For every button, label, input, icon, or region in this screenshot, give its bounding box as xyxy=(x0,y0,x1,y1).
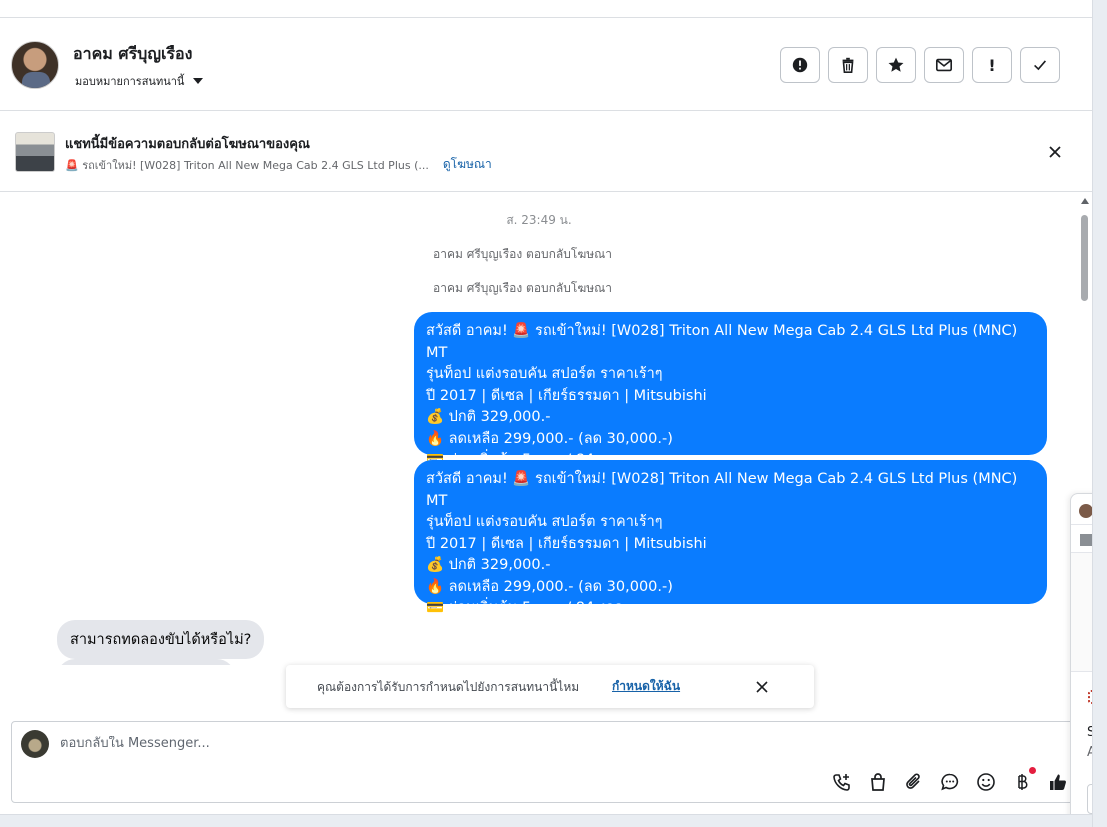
incoming-message[interactable] xyxy=(57,659,235,665)
phone-plus-icon xyxy=(833,774,850,791)
notification-dot xyxy=(1029,767,1036,774)
ad-text: 🚨 รถเข้าใหม่! [W028] Triton All New Mega… xyxy=(65,158,429,172)
ad-thumbnail[interactable] xyxy=(15,132,55,172)
right-edge-gutter xyxy=(1092,0,1107,827)
message-line: 💳 ผ่อนเริ่มต้น 5,xxx / 84 งวด xyxy=(426,600,624,616)
bottom-edge-gutter xyxy=(0,814,1092,827)
important-button[interactable]: ! xyxy=(972,47,1012,83)
assign-toast: คุณต้องการได้รับการกำหนดไปยังการสนทนานี้… xyxy=(286,665,814,708)
attach-button[interactable] xyxy=(902,770,926,794)
reply-input[interactable] xyxy=(60,736,960,751)
message-line: ปี 2017 | ดีเซล | เกียร์ธรรมดา | Mitsubi… xyxy=(426,387,707,404)
close-icon[interactable] xyxy=(754,679,770,695)
like-button[interactable] xyxy=(1046,770,1070,794)
header-actions: ! xyxy=(780,47,1060,83)
message-line: 🔥 ลดเหลือ 299,000.- (ลด 30,000.-) xyxy=(426,430,673,447)
ad-reply-banner: แชทนี้มีข้อความตอบกลับต่อโฆษณาของคุณ 🚨 ร… xyxy=(0,112,1092,192)
baht-icon xyxy=(1018,774,1028,790)
message-line: สวัสดี อาคม! 🚨 รถเข้าใหม่! [W028] Triton… xyxy=(426,323,1018,361)
thumbs-up-icon xyxy=(1050,774,1066,790)
scrollbar-thumb[interactable] xyxy=(1081,215,1088,301)
emoji-button[interactable] xyxy=(974,770,998,794)
chat-bubble-icon xyxy=(941,773,959,791)
assign-label: มอบหมายการสนทนานี้ xyxy=(75,75,185,88)
message-line: 💰 ปกติ 329,000.- xyxy=(426,557,551,573)
message-line: ปี 2017 | ดีเซล | เกียร์ธรรมดา | Mitsubi… xyxy=(426,535,707,552)
system-message: อาคม ศรีบุญเรือง ตอบกลับโฆษณา xyxy=(433,281,613,295)
call-button[interactable] xyxy=(830,770,854,794)
trash-icon xyxy=(842,57,854,74)
reply-composer xyxy=(11,721,1077,803)
contact-avatar[interactable] xyxy=(11,41,59,89)
payment-button[interactable] xyxy=(1010,767,1036,794)
composer-toolbar xyxy=(830,767,1070,794)
avatar xyxy=(1079,504,1093,518)
alert-circle-icon xyxy=(792,57,808,73)
close-icon[interactable] xyxy=(1046,143,1064,161)
mark-unread-button[interactable] xyxy=(924,47,964,83)
message-line: รุ่นท็อป แต่งรอบคัน สปอร์ต ราคาเร้าๆ xyxy=(426,514,663,530)
paperclip-icon xyxy=(906,773,920,789)
message-thread: ส. 23:49 น. อาคม ศรีบุญเรือง ตอบกลับโฆษณ… xyxy=(0,193,1078,665)
incoming-message[interactable]: สามารถทดลองขับได้หรือไม่? xyxy=(57,620,265,659)
delete-button[interactable] xyxy=(828,47,868,83)
shopping-bag-icon xyxy=(871,773,885,791)
ad-banner-subtitle: 🚨 รถเข้าใหม่! [W028] Triton All New Mega… xyxy=(65,155,492,174)
shop-button[interactable] xyxy=(866,770,890,794)
inbox-conversation-view: อาคม ศรีบุญเรือง มอบหมายการสนทนานี้ ! แช… xyxy=(0,0,1107,827)
message-line: รุ่นท็อป แต่งรอบคัน สปอร์ต ราคาเร้าๆ xyxy=(426,366,663,382)
star-icon xyxy=(888,57,904,72)
assign-conversation-dropdown[interactable]: มอบหมายการสนทนานี้ xyxy=(75,72,204,90)
ad-banner-title: แชทนี้มีข้อความตอบกลับต่อโฆษณาของคุณ xyxy=(65,137,310,152)
view-ad-link[interactable]: ดูโฆษณา xyxy=(443,155,492,174)
message-timestamp: ส. 23:49 น. xyxy=(506,213,572,227)
conversation-header: อาคม ศรีบุญเรือง มอบหมายการสนทนานี้ ! xyxy=(0,18,1092,111)
envelope-icon xyxy=(935,58,953,72)
saved-replies-button[interactable] xyxy=(938,770,962,794)
check-icon xyxy=(1034,60,1047,71)
star-button[interactable] xyxy=(876,47,916,83)
message-line: 💰 ปกติ 329,000.- xyxy=(426,409,551,425)
message-line: สวัสดี อาคม! 🚨 รถเข้าใหม่! [W028] Triton… xyxy=(426,471,1018,509)
caret-down-icon xyxy=(193,78,204,84)
assign-to-me-link[interactable]: กำหนดให้ฉัน xyxy=(612,677,680,696)
done-button[interactable] xyxy=(1020,47,1060,83)
report-button[interactable] xyxy=(780,47,820,83)
page-avatar xyxy=(21,730,49,758)
contact-name[interactable]: อาคม ศรีบุญเรือง xyxy=(73,42,192,67)
toast-text: คุณต้องการได้รับการกำหนดไปยังการสนทนานี้… xyxy=(317,680,580,694)
message-line: 🔥 ลดเหลือ 299,000.- (ลด 30,000.-) xyxy=(426,578,673,595)
scroll-up-arrow-icon[interactable] xyxy=(1081,198,1089,204)
smiley-icon xyxy=(977,773,995,791)
outgoing-message[interactable]: สวัสดี อาคม! 🚨 รถเข้าใหม่! [W028] Triton… xyxy=(414,312,1047,468)
system-message: อาคม ศรีบุญเรือง ตอบกลับโฆษณา xyxy=(433,247,613,261)
outgoing-message[interactable]: สวัสดี อาคม! 🚨 รถเข้าใหม่! [W028] Triton… xyxy=(414,460,1047,616)
thumbnail xyxy=(1080,534,1092,546)
